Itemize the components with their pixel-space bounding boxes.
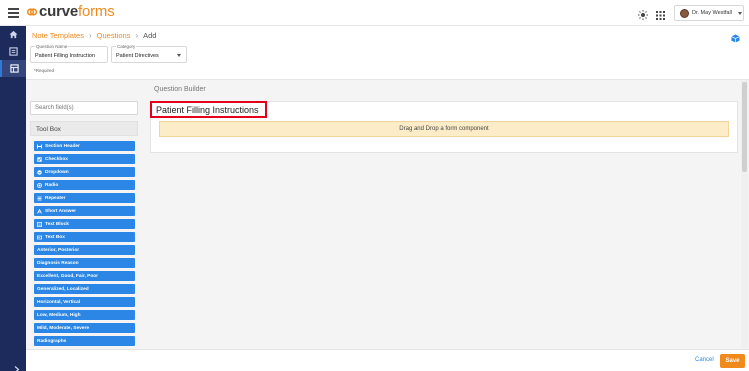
cancel-button[interactable]: Cancel bbox=[695, 357, 714, 363]
tool-text-box[interactable]: Text Box bbox=[34, 232, 135, 242]
nav-home-button[interactable] bbox=[0, 26, 26, 43]
tool-low-medium-high[interactable]: Low, Medium, High bbox=[34, 310, 135, 320]
apps-grid-icon bbox=[656, 11, 665, 20]
question-name-field[interactable]: Question Name Patient Filling Instructio… bbox=[30, 44, 108, 63]
chevron-right-icon: › bbox=[88, 31, 92, 40]
list-icon bbox=[8, 47, 18, 56]
tool-checkbox[interactable]: Checkbox bbox=[34, 154, 135, 164]
tool-short-answer[interactable]: Short Answer bbox=[34, 206, 135, 216]
chevron-right-icon bbox=[14, 366, 20, 371]
apps-grid-button[interactable] bbox=[656, 7, 665, 25]
tool-radio[interactable]: Radio bbox=[34, 180, 135, 190]
tool-section-header[interactable]: Section Header bbox=[34, 141, 135, 151]
tool-radiographs[interactable]: Radiographs bbox=[34, 336, 135, 346]
breadcrumb-add: Add bbox=[143, 31, 157, 40]
tool-diagnosis-reason[interactable]: Diagnosis Reason bbox=[34, 258, 135, 268]
breadcrumb-note-templates[interactable]: Note Templates bbox=[32, 31, 84, 40]
cube-icon bbox=[731, 34, 740, 43]
checkbox-icon bbox=[37, 156, 42, 162]
tool-anterior-posterior[interactable]: Anterior, Posterior bbox=[34, 245, 135, 255]
repeater-icon bbox=[37, 196, 42, 201]
main-scrollbar[interactable] bbox=[741, 80, 748, 348]
scrollbar-thumb[interactable] bbox=[742, 82, 747, 172]
builder-title-field[interactable]: Patient Filling Instructions bbox=[150, 101, 267, 118]
radio-icon bbox=[37, 182, 42, 188]
category-select[interactable]: Category Patient Directives bbox=[111, 44, 187, 63]
short-answer-icon bbox=[37, 208, 42, 214]
tool-excellent-good-fair-poor[interactable]: Excellent, Good, Fair, Poor bbox=[34, 271, 135, 281]
dropdown-icon bbox=[37, 169, 42, 175]
tool-dropdown[interactable]: Dropdown bbox=[34, 167, 135, 177]
template-icon bbox=[9, 64, 19, 73]
required-note: *Required bbox=[34, 68, 55, 73]
tool-horizontal-vertical[interactable]: Horizontal, Vertical bbox=[34, 297, 135, 307]
menu-icon[interactable] bbox=[8, 8, 19, 18]
form-dropzone[interactable]: Drag and Drop a form component bbox=[159, 121, 729, 137]
tool-mild-moderate-severe[interactable]: Mild, Moderate, Severe bbox=[34, 323, 135, 333]
tool-generalized-localized[interactable]: Generalized, Localized bbox=[34, 284, 135, 294]
toolbox-header: Tool Box bbox=[30, 121, 138, 136]
builder-title: Patient Filling Instructions bbox=[156, 105, 259, 115]
save-button[interactable]: Save bbox=[720, 354, 745, 368]
curveforms-logo-icon bbox=[27, 8, 37, 16]
top-bar: curveforms Dr. May Westfall bbox=[0, 0, 749, 26]
search-placeholder: Search field(s) bbox=[35, 105, 74, 111]
cube-button[interactable] bbox=[731, 30, 740, 48]
app-logo[interactable]: curveforms bbox=[27, 3, 115, 21]
page-footer: Cancel Save bbox=[26, 349, 749, 371]
tool-text-block[interactable]: Text Block bbox=[34, 219, 135, 229]
toolbox-title: Tool Box bbox=[36, 126, 61, 133]
left-nav-rail bbox=[0, 0, 26, 371]
dropzone-text: Drag and Drop a form component bbox=[399, 126, 489, 132]
tool-repeater[interactable]: Repeater bbox=[34, 193, 135, 203]
page-header: Note Templates › Questions › Add Questio… bbox=[26, 26, 749, 80]
header-icon bbox=[37, 144, 42, 149]
nav-templates-button[interactable] bbox=[0, 60, 26, 77]
breadcrumb-questions[interactable]: Questions bbox=[97, 31, 131, 40]
user-menu-button[interactable]: Dr. May Westfall bbox=[674, 5, 744, 21]
chevron-down-icon bbox=[177, 54, 181, 57]
breadcrumb: Note Templates › Questions › Add bbox=[32, 31, 156, 40]
home-icon bbox=[8, 30, 18, 39]
sun-icon bbox=[638, 10, 648, 20]
expand-rail-button[interactable] bbox=[14, 360, 20, 371]
search-field-input[interactable]: Search field(s) bbox=[30, 101, 138, 115]
user-name: Dr. May Westfall bbox=[692, 10, 732, 16]
category-label: Category bbox=[116, 44, 137, 49]
avatar bbox=[680, 8, 689, 18]
chevron-down-icon bbox=[737, 11, 742, 15]
text-block-icon bbox=[37, 221, 42, 227]
theme-toggle-button[interactable] bbox=[638, 7, 648, 25]
logo-text: curveforms bbox=[39, 3, 115, 20]
nav-notes-button[interactable] bbox=[0, 43, 26, 60]
question-name-label: Question Name bbox=[35, 44, 69, 49]
chevron-right-icon: › bbox=[135, 31, 139, 40]
question-builder-label: Question Builder bbox=[154, 86, 206, 93]
text-box-icon bbox=[37, 235, 42, 240]
category-value: Patient Directives bbox=[116, 53, 159, 59]
question-name-value: Patient Filling Instruction bbox=[35, 53, 95, 59]
